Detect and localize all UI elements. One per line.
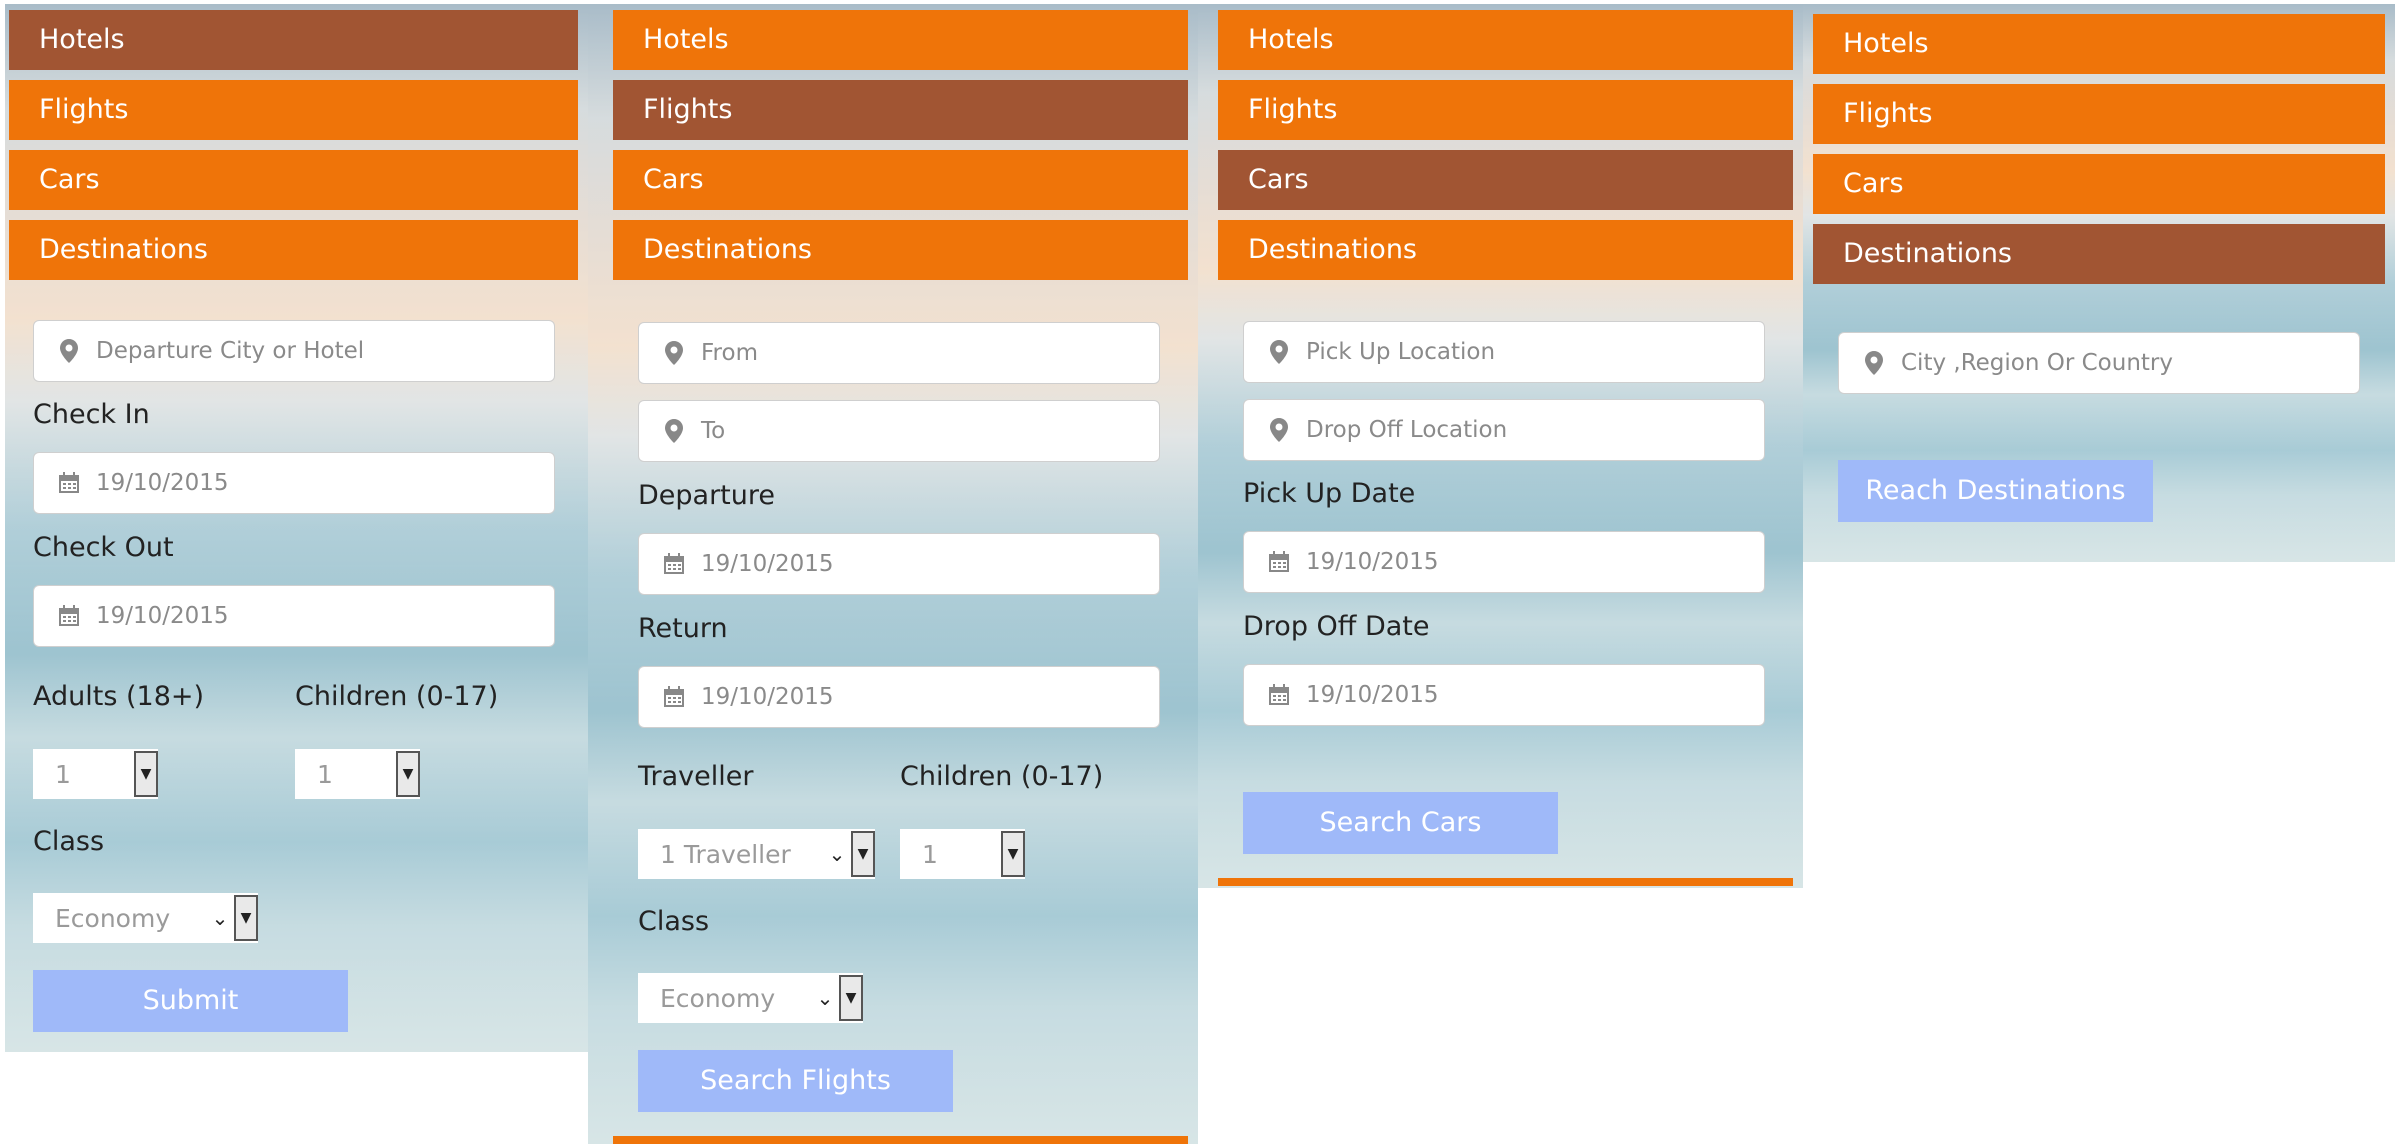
search-cars-button[interactable]: Search Cars bbox=[1243, 792, 1558, 854]
class-label: Class bbox=[33, 826, 105, 857]
pickup-date-value: 19/10/2015 bbox=[1306, 549, 1439, 575]
chevron-down-icon: ▼ bbox=[396, 751, 420, 797]
calendar-icon bbox=[659, 553, 689, 575]
calendar-icon bbox=[1264, 684, 1294, 706]
chevron-down-icon: ▼ bbox=[839, 975, 863, 1021]
adults-select[interactable]: 1 ▼ bbox=[33, 749, 158, 799]
children-value: 1 bbox=[317, 759, 333, 789]
tab-destinations[interactable]: Destinations bbox=[1813, 224, 2385, 284]
chevron-down-icon: ▼ bbox=[1001, 831, 1025, 877]
tab-hotels[interactable]: Hotels bbox=[9, 10, 578, 70]
return-date-value: 19/10/2015 bbox=[701, 684, 834, 710]
tab-cars[interactable]: Cars bbox=[1218, 150, 1793, 210]
tab-cars[interactable]: Cars bbox=[1813, 154, 2385, 214]
departure-date-field[interactable]: 19/10/2015 bbox=[638, 533, 1160, 595]
class-select[interactable]: Economy ⌄ ▼ bbox=[638, 973, 863, 1023]
tab-hotels[interactable]: Hotels bbox=[1218, 10, 1793, 70]
tab-flights[interactable]: Flights bbox=[613, 80, 1188, 140]
tab-flights[interactable]: Flights bbox=[9, 80, 578, 140]
dropoff-location-placeholder: Drop Off Location bbox=[1306, 417, 1508, 443]
calendar-icon bbox=[1264, 551, 1294, 573]
pickup-date-field[interactable]: 19/10/2015 bbox=[1243, 531, 1765, 593]
pickup-date-label: Pick Up Date bbox=[1243, 478, 1416, 509]
destinations-panel: Hotels Flights Cars Destinations City ,R… bbox=[1803, 4, 2395, 562]
from-input[interactable]: From bbox=[638, 322, 1160, 384]
adults-value: 1 bbox=[55, 759, 71, 789]
tab-cars[interactable]: Cars bbox=[9, 150, 578, 210]
check-out-value: 19/10/2015 bbox=[96, 603, 229, 629]
bottom-stripe bbox=[1218, 878, 1793, 886]
submit-button[interactable]: Submit bbox=[33, 970, 348, 1032]
class-value: Economy bbox=[660, 983, 776, 1013]
traveller-value: 1 Traveller bbox=[660, 839, 791, 869]
from-placeholder: From bbox=[701, 340, 758, 366]
tab-destinations[interactable]: Destinations bbox=[613, 220, 1188, 280]
chevron-down-icon: ⌄ bbox=[211, 906, 229, 930]
tab-flights[interactable]: Flights bbox=[1218, 80, 1793, 140]
check-in-field[interactable]: 19/10/2015 bbox=[33, 452, 555, 514]
map-pin-icon bbox=[54, 339, 84, 363]
check-out-field[interactable]: 19/10/2015 bbox=[33, 585, 555, 647]
tab-hotels[interactable]: Hotels bbox=[613, 10, 1188, 70]
check-in-value: 19/10/2015 bbox=[96, 470, 229, 496]
children-label: Children (0-17) bbox=[295, 681, 499, 712]
hotels-panel: Hotels Flights Cars Destinations Departu… bbox=[5, 4, 588, 1052]
to-placeholder: To bbox=[701, 418, 726, 444]
class-select[interactable]: Economy ⌄ ▼ bbox=[33, 893, 258, 943]
bottom-stripe bbox=[613, 1136, 1188, 1144]
traveller-select[interactable]: 1 Traveller ⌄ ▼ bbox=[638, 829, 875, 879]
dropoff-location-input[interactable]: Drop Off Location bbox=[1243, 399, 1765, 461]
return-label: Return bbox=[638, 613, 728, 644]
tab-destinations[interactable]: Destinations bbox=[9, 220, 578, 280]
chevron-down-icon: ▼ bbox=[234, 895, 258, 941]
dropoff-date-value: 19/10/2015 bbox=[1306, 682, 1439, 708]
chevron-down-icon: ▼ bbox=[134, 751, 158, 797]
departure-city-input[interactable]: Departure City or Hotel bbox=[33, 320, 555, 382]
map-pin-icon bbox=[659, 341, 689, 365]
map-pin-icon bbox=[659, 419, 689, 443]
flights-panel: Hotels Flights Cars Destinations From To… bbox=[588, 4, 1198, 1144]
calendar-icon bbox=[659, 686, 689, 708]
reach-destinations-button[interactable]: Reach Destinations bbox=[1838, 460, 2153, 522]
return-date-field[interactable]: 19/10/2015 bbox=[638, 666, 1160, 728]
check-in-label: Check In bbox=[33, 399, 150, 430]
departure-date-value: 19/10/2015 bbox=[701, 551, 834, 577]
pickup-location-placeholder: Pick Up Location bbox=[1306, 339, 1496, 365]
adults-label: Adults (18+) bbox=[33, 681, 205, 712]
map-pin-icon bbox=[1264, 340, 1294, 364]
cars-panel: Hotels Flights Cars Destinations Pick Up… bbox=[1198, 4, 1803, 888]
departure-label: Departure bbox=[638, 480, 776, 511]
destination-placeholder: City ,Region Or Country bbox=[1901, 350, 2173, 376]
traveller-label: Traveller bbox=[638, 761, 754, 792]
pickup-location-input[interactable]: Pick Up Location bbox=[1243, 321, 1765, 383]
calendar-icon bbox=[54, 605, 84, 627]
children-label: Children (0-17) bbox=[900, 761, 1104, 792]
dropoff-date-label: Drop Off Date bbox=[1243, 611, 1430, 642]
children-select[interactable]: 1 ▼ bbox=[295, 749, 420, 799]
children-select[interactable]: 1 ▼ bbox=[900, 829, 1025, 879]
tab-hotels[interactable]: Hotels bbox=[1813, 14, 2385, 74]
class-value: Economy bbox=[55, 903, 171, 933]
to-input[interactable]: To bbox=[638, 400, 1160, 462]
chevron-down-icon: ⌄ bbox=[828, 842, 846, 866]
check-out-label: Check Out bbox=[33, 532, 174, 563]
chevron-down-icon: ⌄ bbox=[816, 986, 834, 1010]
chevron-down-icon: ▼ bbox=[851, 831, 875, 877]
dropoff-date-field[interactable]: 19/10/2015 bbox=[1243, 664, 1765, 726]
calendar-icon bbox=[54, 472, 84, 494]
search-flights-button[interactable]: Search Flights bbox=[638, 1050, 953, 1112]
destination-input[interactable]: City ,Region Or Country bbox=[1838, 332, 2360, 394]
tab-flights[interactable]: Flights bbox=[1813, 84, 2385, 144]
map-pin-icon bbox=[1859, 351, 1889, 375]
tab-cars[interactable]: Cars bbox=[613, 150, 1188, 210]
tab-destinations[interactable]: Destinations bbox=[1218, 220, 1793, 280]
departure-city-placeholder: Departure City or Hotel bbox=[96, 338, 365, 364]
map-pin-icon bbox=[1264, 418, 1294, 442]
children-value: 1 bbox=[922, 839, 938, 869]
class-label: Class bbox=[638, 906, 710, 937]
